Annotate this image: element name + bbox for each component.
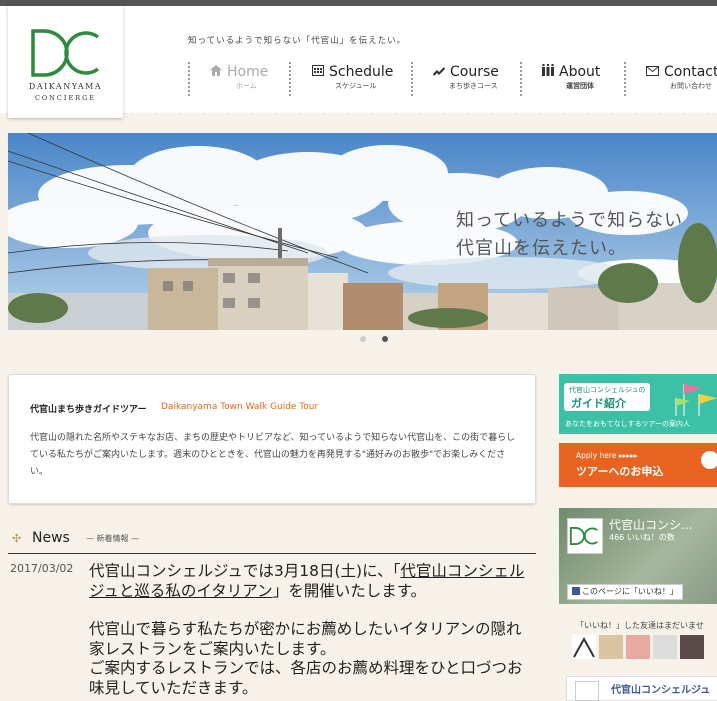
nav-course[interactable]: Course まち歩きコース <box>411 62 523 96</box>
slide-dot[interactable] <box>360 336 366 342</box>
guide-title-en: Daikanyama Town Walk Guide Tour <box>161 402 319 412</box>
flags-icon <box>675 384 717 416</box>
fan-avatar[interactable] <box>626 635 650 659</box>
guide-title: 代官山まち歩きガイドツアー <box>30 405 147 415</box>
guide-intro-banner[interactable]: 代官山コンシェルジュの ガイド紹介 あなたをおもてなしするツアーの案内人 <box>559 374 717 434</box>
news-text-after: 」を開催いたします。 <box>272 581 427 600</box>
logo-line2: CONCIERGE <box>34 94 97 102</box>
nav-contact-label: Contact <box>664 64 717 80</box>
nav-home-sub: ホーム <box>236 82 257 90</box>
facebook-page-widget[interactable]: 代官山コンシ... 466 いいね！の数 このページに「いいね！」 <box>559 508 717 604</box>
nav-about[interactable]: About 運営団体 <box>520 62 622 96</box>
apply-arrow-icon <box>701 451 717 469</box>
facebook-icon <box>572 587 580 595</box>
nav-schedule-label: Schedule <box>329 64 394 80</box>
nav-schedule[interactable]: Schedule スケジュール <box>289 62 411 96</box>
dc-logo-mark <box>31 29 100 77</box>
news-item: 代官山コンシェルジュでは3月18日(土)に、「代官山コンシェルジュと巡る私のイタ… <box>89 562 534 698</box>
nav-about-sub: 運営団体 <box>566 82 594 90</box>
news-para3: ご案内するレストランでは、各店のお薦め料理をひと口づつお味見していただきます。 <box>89 659 523 697</box>
banner2-top: Apply here ▸▸▸▸▸ <box>576 451 638 460</box>
guide-tour-box: 代官山まち歩きガイドツアー Daikanyama Town Walk Guide… <box>8 374 536 504</box>
hero-caption-line1: 知っているようで知らない <box>456 210 684 231</box>
news-date: 2017/03/02 <box>10 562 74 575</box>
nav-home[interactable]: Home ホーム <box>188 62 289 96</box>
news-subtitle: — 新着情報 — <box>86 534 140 543</box>
banner1-main: ガイド紹介 <box>571 397 626 410</box>
fb-page-name[interactable]: 代官山コンシ... <box>609 516 692 533</box>
hero-caption: 知っているようで知らない 代官山を伝えたい。 <box>456 207 683 263</box>
nav-home-label: Home <box>227 64 269 80</box>
nav-contact[interactable]: Contact お問い合わせ <box>624 62 717 96</box>
news-title: News <box>32 530 70 546</box>
nav-schedule-sub: スケジュール <box>335 82 377 90</box>
logo-line1: DAIKANYAMA <box>28 82 103 91</box>
nav-contact-sub: お問い合わせ <box>670 82 712 90</box>
guide-body: 代官山の隠れた名所やステキなお店、まちの歴史やトリビアなど、知っているようで知ら… <box>30 433 516 477</box>
hero-caption-line2: 代官山を伝えたい。 <box>456 238 627 259</box>
walk-icon <box>433 65 445 79</box>
slide-dot-active[interactable] <box>382 336 388 342</box>
fan-avatar[interactable] <box>680 635 704 659</box>
fb-post-page-name[interactable]: 代官山コンシェルジュ <box>611 681 710 696</box>
fan-avatar[interactable] <box>572 635 596 659</box>
nav-course-label: Course <box>450 64 499 80</box>
fb-friends-text: 「いいね！」した友達はまだいませ <box>576 621 704 630</box>
banner1-top: 代官山コンシェルジュの <box>569 386 646 394</box>
fb-post-avatar <box>575 681 599 701</box>
nav-course-sub: まち歩きコース <box>449 82 498 90</box>
hero-slideshow[interactable]: 知っているようで知らない 代官山を伝えたい。 <box>8 133 717 330</box>
calendar-icon <box>312 64 324 79</box>
fb-page-avatar <box>567 518 603 554</box>
banner2-main: ツアーへのお申込 <box>576 465 664 478</box>
fan-avatar[interactable] <box>653 635 677 659</box>
apply-tour-banner[interactable]: Apply here ▸▸▸▸▸ ツアーへのお申込 <box>559 443 717 487</box>
fb-like-page-button[interactable]: このページに「いいね！」 <box>567 584 683 600</box>
banner1-sub: あなたをおもてなしするツアーの案内人 <box>565 420 691 428</box>
nav-about-label: About <box>559 64 601 80</box>
news-divider <box>8 553 536 554</box>
header-tagline: 知っているようで知らない「代官山」を伝えたい。 <box>188 36 407 46</box>
fan-avatar[interactable] <box>599 635 623 659</box>
fb-like-button-label: このページに「いいね！」 <box>582 587 678 596</box>
home-icon <box>210 65 222 79</box>
diamond-icon: ✣ <box>12 532 22 545</box>
fb-friends-panel: 「いいね！」した友達はまだいませ <box>566 614 717 664</box>
news-text-before: 代官山コンシェルジュでは3月18日(土)に、「 <box>89 562 401 580</box>
site-logo[interactable]: DAIKANYAMA CONCIERGE <box>8 6 123 118</box>
mail-icon <box>646 65 659 79</box>
fb-likes: 466 いいね！の数 <box>609 533 675 542</box>
fb-post-preview[interactable]: 代官山コンシェルジュ <box>566 676 717 701</box>
group-icon <box>542 63 554 79</box>
news-para2: 代官山で暮らす私たちが密かにお薦めしたいイタリアンの隠れ家レストランをご案内いた… <box>89 620 522 658</box>
